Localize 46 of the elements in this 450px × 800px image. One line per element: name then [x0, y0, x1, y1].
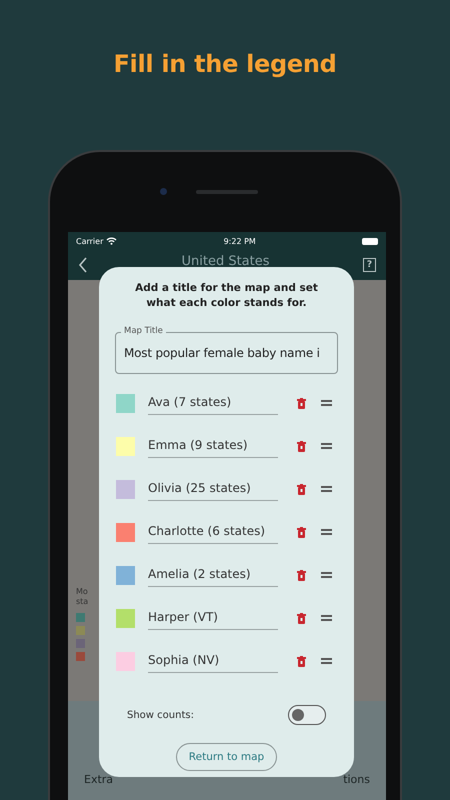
trash-icon[interactable] [297, 570, 306, 580]
field-label: Map Title [121, 326, 166, 337]
drag-handle-icon[interactable] [321, 400, 332, 406]
headline: Fill in the legend [112, 49, 338, 80]
dialog-prompt: Add a title for the map and set what each color stands for. [134, 281, 319, 311]
trash-icon[interactable] [297, 612, 306, 624]
trash-icon[interactable] [297, 398, 306, 408]
show-counts-toggle[interactable] [288, 705, 326, 725]
trash-icon[interactable] [297, 656, 306, 666]
legend-label-field[interactable]: Charlotte (6 states) [148, 520, 278, 544]
return-button[interactable]: Return to map [176, 743, 278, 771]
legend-label-field[interactable]: Sophia (NV) [148, 649, 278, 673]
drag-handle-icon[interactable] [321, 615, 332, 621]
drag-handle-icon[interactable] [321, 529, 332, 535]
trash-icon[interactable] [297, 484, 306, 494]
tab-label[interactable]: Extra [84, 773, 114, 786]
trash-icon[interactable] [297, 440, 306, 452]
carrier-label: Carrier [76, 236, 104, 246]
wifi-icon [106, 237, 118, 245]
legend-label-field[interactable]: Amelia (2 states) [148, 563, 278, 587]
legend-text: sta [76, 597, 88, 607]
screen-title: United States [181, 254, 270, 268]
legend-text: Mo [76, 587, 88, 597]
camera-icon [160, 188, 167, 195]
drag-handle-icon[interactable] [321, 486, 332, 492]
legend-label-field[interactable]: Ava (7 states) [148, 391, 278, 415]
drag-handle-icon[interactable] [321, 658, 332, 664]
color-swatch[interactable] [116, 652, 135, 670]
color-swatch[interactable] [116, 522, 135, 542]
drag-handle-icon[interactable] [321, 572, 332, 578]
legend-label-field[interactable]: Harper (VT) [148, 606, 278, 630]
color-swatch[interactable] [116, 608, 135, 628]
color-swatch[interactable] [116, 436, 135, 456]
show-counts-label: Show counts: [127, 710, 194, 720]
color-swatch[interactable] [116, 394, 135, 412]
drag-handle-icon[interactable] [321, 443, 332, 449]
help-button[interactable]: ? [363, 258, 376, 272]
back-icon[interactable] [78, 257, 88, 273]
tab-label[interactable]: tions [343, 773, 370, 786]
color-swatch[interactable] [116, 480, 135, 498]
legend-label-field[interactable]: Olivia (25 states) [148, 477, 278, 501]
color-swatch[interactable] [116, 566, 135, 584]
legend-label-field[interactable]: Emma (9 states) [148, 434, 278, 458]
status-time: 9:22 PM [224, 236, 256, 246]
trash-icon[interactable] [297, 526, 306, 538]
battery-icon [362, 238, 378, 244]
